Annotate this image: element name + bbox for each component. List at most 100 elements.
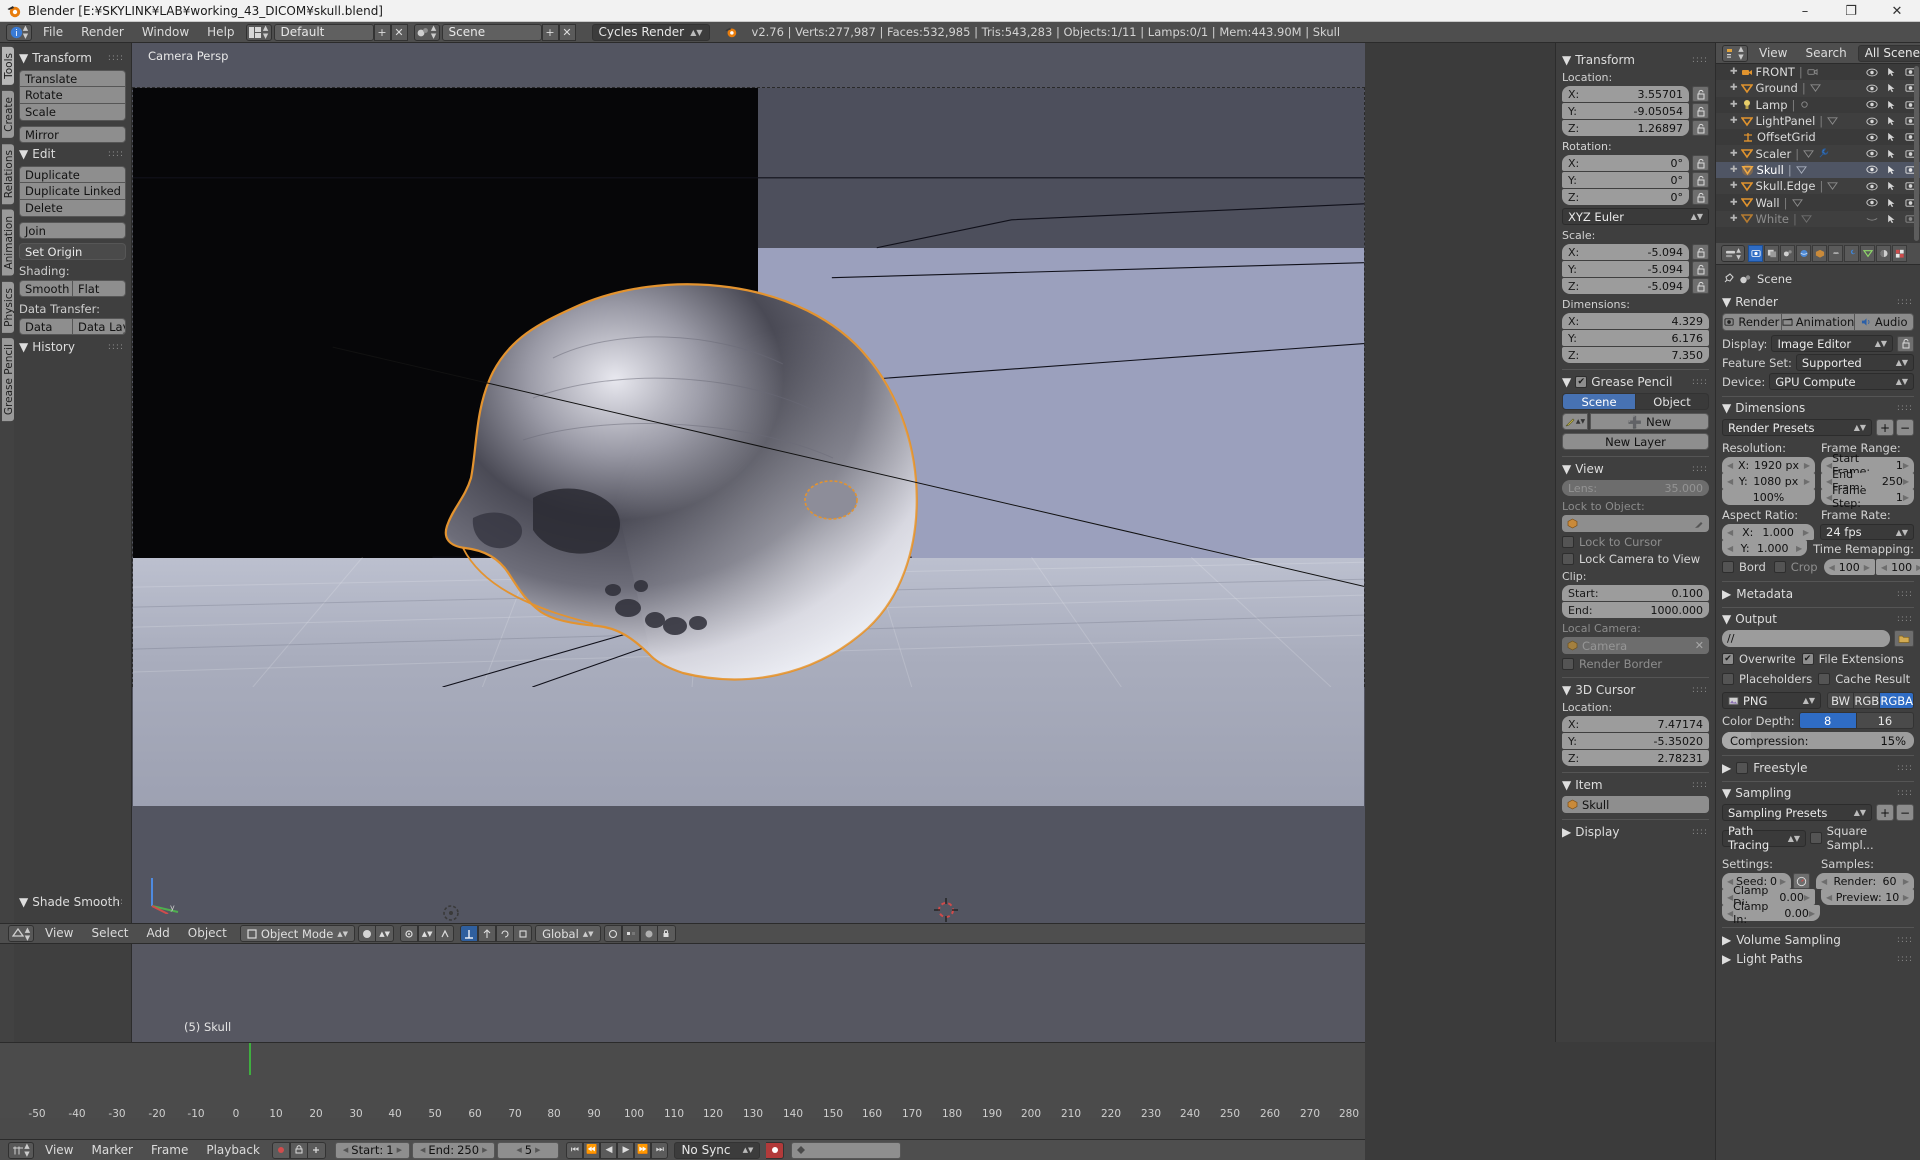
add-preset-button[interactable]: + (1876, 419, 1894, 436)
properties-tab-object[interactable] (1812, 245, 1827, 262)
decrement-icon[interactable]: ◀ (343, 1146, 348, 1154)
frame-step-field[interactable]: ◀ Frame Step: 1 ▶ (1821, 484, 1914, 510)
eye-icon[interactable] (1866, 100, 1878, 109)
feature-set-dropdown[interactable]: Supported ▲▼ (1795, 354, 1914, 371)
rotation-mode-dropdown[interactable]: XYZ Euler ▲▼ (1562, 208, 1709, 225)
play-button[interactable]: ▶ (617, 1141, 635, 1159)
outliner-row-skull-edge[interactable]: ✚ Skull.Edge | (1716, 178, 1920, 195)
editor-type-outliner-icon[interactable]: ▲ ▼ (1722, 44, 1748, 62)
cursor-x-field[interactable]: X: 7.47174 (1562, 716, 1709, 732)
duplicate-button[interactable]: Duplicate (19, 166, 126, 183)
cursor-select-icon[interactable] (1887, 198, 1896, 208)
cursor-panel-title[interactable]: ▼ 3D Cursor :::: (1562, 683, 1709, 697)
pivot-dropdown-icon[interactable]: ▲▼ (418, 925, 437, 942)
lock-camera-to-view-row[interactable]: Lock Camera to View (1562, 552, 1709, 566)
display-lock-icon[interactable] (1897, 335, 1914, 352)
transform-panel-title[interactable]: ▼ Transform :::: (19, 51, 126, 65)
gp-new-button[interactable]: ➕ New (1590, 413, 1709, 430)
scale-y-field[interactable]: Y: -5.094 (1562, 261, 1689, 277)
close-button[interactable]: ✕ (1874, 0, 1920, 22)
expand-icon[interactable]: ✚ (1730, 214, 1738, 224)
scale-x-field[interactable]: X: -5.094 (1562, 244, 1689, 260)
lock-rotation-x-icon[interactable] (1692, 155, 1709, 171)
properties-tab-scene[interactable] (1780, 245, 1795, 262)
eye-icon[interactable] (1866, 133, 1878, 142)
display-dropdown[interactable]: Image Editor ▲▼ (1771, 335, 1893, 352)
color-rgba-button[interactable]: RGBA (1880, 692, 1915, 709)
item-name-field[interactable]: Skull (1562, 796, 1709, 813)
color-depth-16-button[interactable]: 16 (1856, 712, 1914, 729)
pin-icon[interactable] (1722, 273, 1734, 285)
menu-help[interactable]: Help (198, 23, 243, 42)
item-panel-title[interactable]: ▼ Item :::: (1562, 778, 1709, 792)
duplicate-linked-button[interactable]: Duplicate Linked (19, 183, 126, 200)
cursor-z-field[interactable]: Z: 2.78231 (1562, 750, 1709, 766)
resolution-percentage-field[interactable]: 100% (1722, 489, 1815, 505)
cursor-select-icon[interactable] (1887, 214, 1896, 224)
previous-keyframe-button[interactable]: ⏪ (583, 1141, 601, 1159)
aspect-x-field[interactable]: ◀ X: 1.000 ▶ (1722, 524, 1814, 540)
end-frame-field[interactable]: ◀ End: 250 ▶ (411, 1141, 496, 1159)
eye-icon[interactable] (1866, 117, 1878, 126)
edit-panel-title[interactable]: ▼ Edit :::: (19, 147, 126, 161)
eye-icon[interactable] (1866, 149, 1878, 158)
cursor-select-icon[interactable] (1887, 132, 1896, 142)
resolution-y-field[interactable]: ◀ Y: 1080 px ▶ (1722, 473, 1815, 489)
manipulator-toggle-icon[interactable] (460, 925, 479, 942)
lock-to-cursor-checkbox[interactable] (1562, 536, 1574, 548)
lock-scale-z-icon[interactable] (1692, 278, 1709, 294)
editor-type-info-icon[interactable]: i ▲ ▼ (6, 23, 32, 41)
properties-tab-modifiers[interactable] (1844, 245, 1859, 262)
shading-dropdown-icon[interactable]: ▲▼ (376, 925, 395, 942)
scene-delete-button[interactable]: ✕ (558, 23, 576, 41)
add-sampling-preset-button[interactable]: + (1876, 804, 1894, 821)
manipulator-scale-icon[interactable] (514, 925, 533, 942)
decrement-icon[interactable]: ◀ (516, 1146, 521, 1154)
editor-type-properties-icon[interactable]: ▲ ▼ (1721, 245, 1745, 262)
editor-type-3dview-icon[interactable]: ▲ ▼ (8, 925, 34, 942)
border-row[interactable]: Bord (1722, 560, 1766, 574)
shade-flat-button[interactable]: Flat (73, 280, 126, 297)
outliner-row-white[interactable]: ✚ White | (1716, 210, 1920, 227)
keying-set-icon[interactable] (289, 1141, 308, 1159)
expand-icon[interactable]: ✚ (1730, 116, 1738, 126)
jump-to-start-button[interactable]: ⏮ (566, 1141, 584, 1159)
outliner-scrollbar[interactable] (1914, 66, 1919, 241)
location-z-field[interactable]: Z: 1.26897 (1562, 120, 1689, 136)
scene-icon[interactable]: ▲ ▼ (413, 23, 440, 41)
timeline-playhead[interactable] (249, 1043, 251, 1075)
menu-render[interactable]: Render (72, 23, 133, 42)
eye-icon[interactable] (1866, 84, 1878, 93)
viewport-menu-select[interactable]: Select (82, 924, 137, 943)
data-transfer-layout-button[interactable]: Data Layo (73, 318, 126, 335)
rotation-x-field[interactable]: X: 0° (1562, 155, 1689, 171)
maximize-button[interactable]: ❐ (1828, 0, 1874, 22)
cache-result-row[interactable]: Cache Result (1818, 672, 1910, 686)
shading-solid-icon[interactable] (358, 925, 377, 942)
proportional-edit-icon[interactable] (603, 925, 622, 942)
manipulator-rotate-icon[interactable] (496, 925, 515, 942)
snap-during-transform-icon[interactable] (436, 925, 455, 942)
eye-closed-icon[interactable] (1866, 214, 1878, 223)
compression-slider[interactable]: Compression: 15% (1722, 732, 1914, 749)
light-paths-panel-title[interactable]: ▶ Light Paths :::: (1722, 952, 1914, 966)
render-border-row[interactable]: Render Border (1562, 657, 1709, 671)
shade-smooth-panel-title[interactable]: ▼ Shade Smooth :::: (19, 895, 126, 909)
increment-icon[interactable]: ▶ (1803, 528, 1809, 537)
render-border-checkbox[interactable] (1562, 658, 1574, 670)
dimensions-panel-title[interactable]: ▼ Dimensions :::: (1722, 401, 1914, 415)
clamp-indirect-field[interactable]: ◀ Clamp In: 0.00 ▶ (1722, 900, 1820, 926)
outliner-row-lamp[interactable]: ✚ Lamp | (1716, 97, 1920, 113)
mirror-button[interactable]: Mirror (19, 126, 126, 143)
toolshelf-tab-grease-pencil[interactable]: Grease Pencil (2, 338, 15, 422)
increment-icon[interactable]: ▶ (1796, 544, 1802, 553)
dimensions-x-field[interactable]: X: 4.329 (1562, 313, 1709, 329)
render-panel-title[interactable]: ▼ Render :::: (1722, 295, 1914, 309)
lock-to-object-field[interactable] (1562, 515, 1709, 532)
next-keyframe-button[interactable]: ⏩ (634, 1141, 652, 1159)
overwrite-row[interactable]: ✔ Overwrite (1722, 652, 1796, 666)
active-keying-set-field[interactable] (791, 1141, 902, 1159)
color-rgb-button[interactable]: RGB (1854, 692, 1881, 709)
outliner-display-mode-dropdown[interactable]: All Scenes (1857, 44, 1920, 62)
increment-icon[interactable]: ▶ (1864, 563, 1870, 572)
